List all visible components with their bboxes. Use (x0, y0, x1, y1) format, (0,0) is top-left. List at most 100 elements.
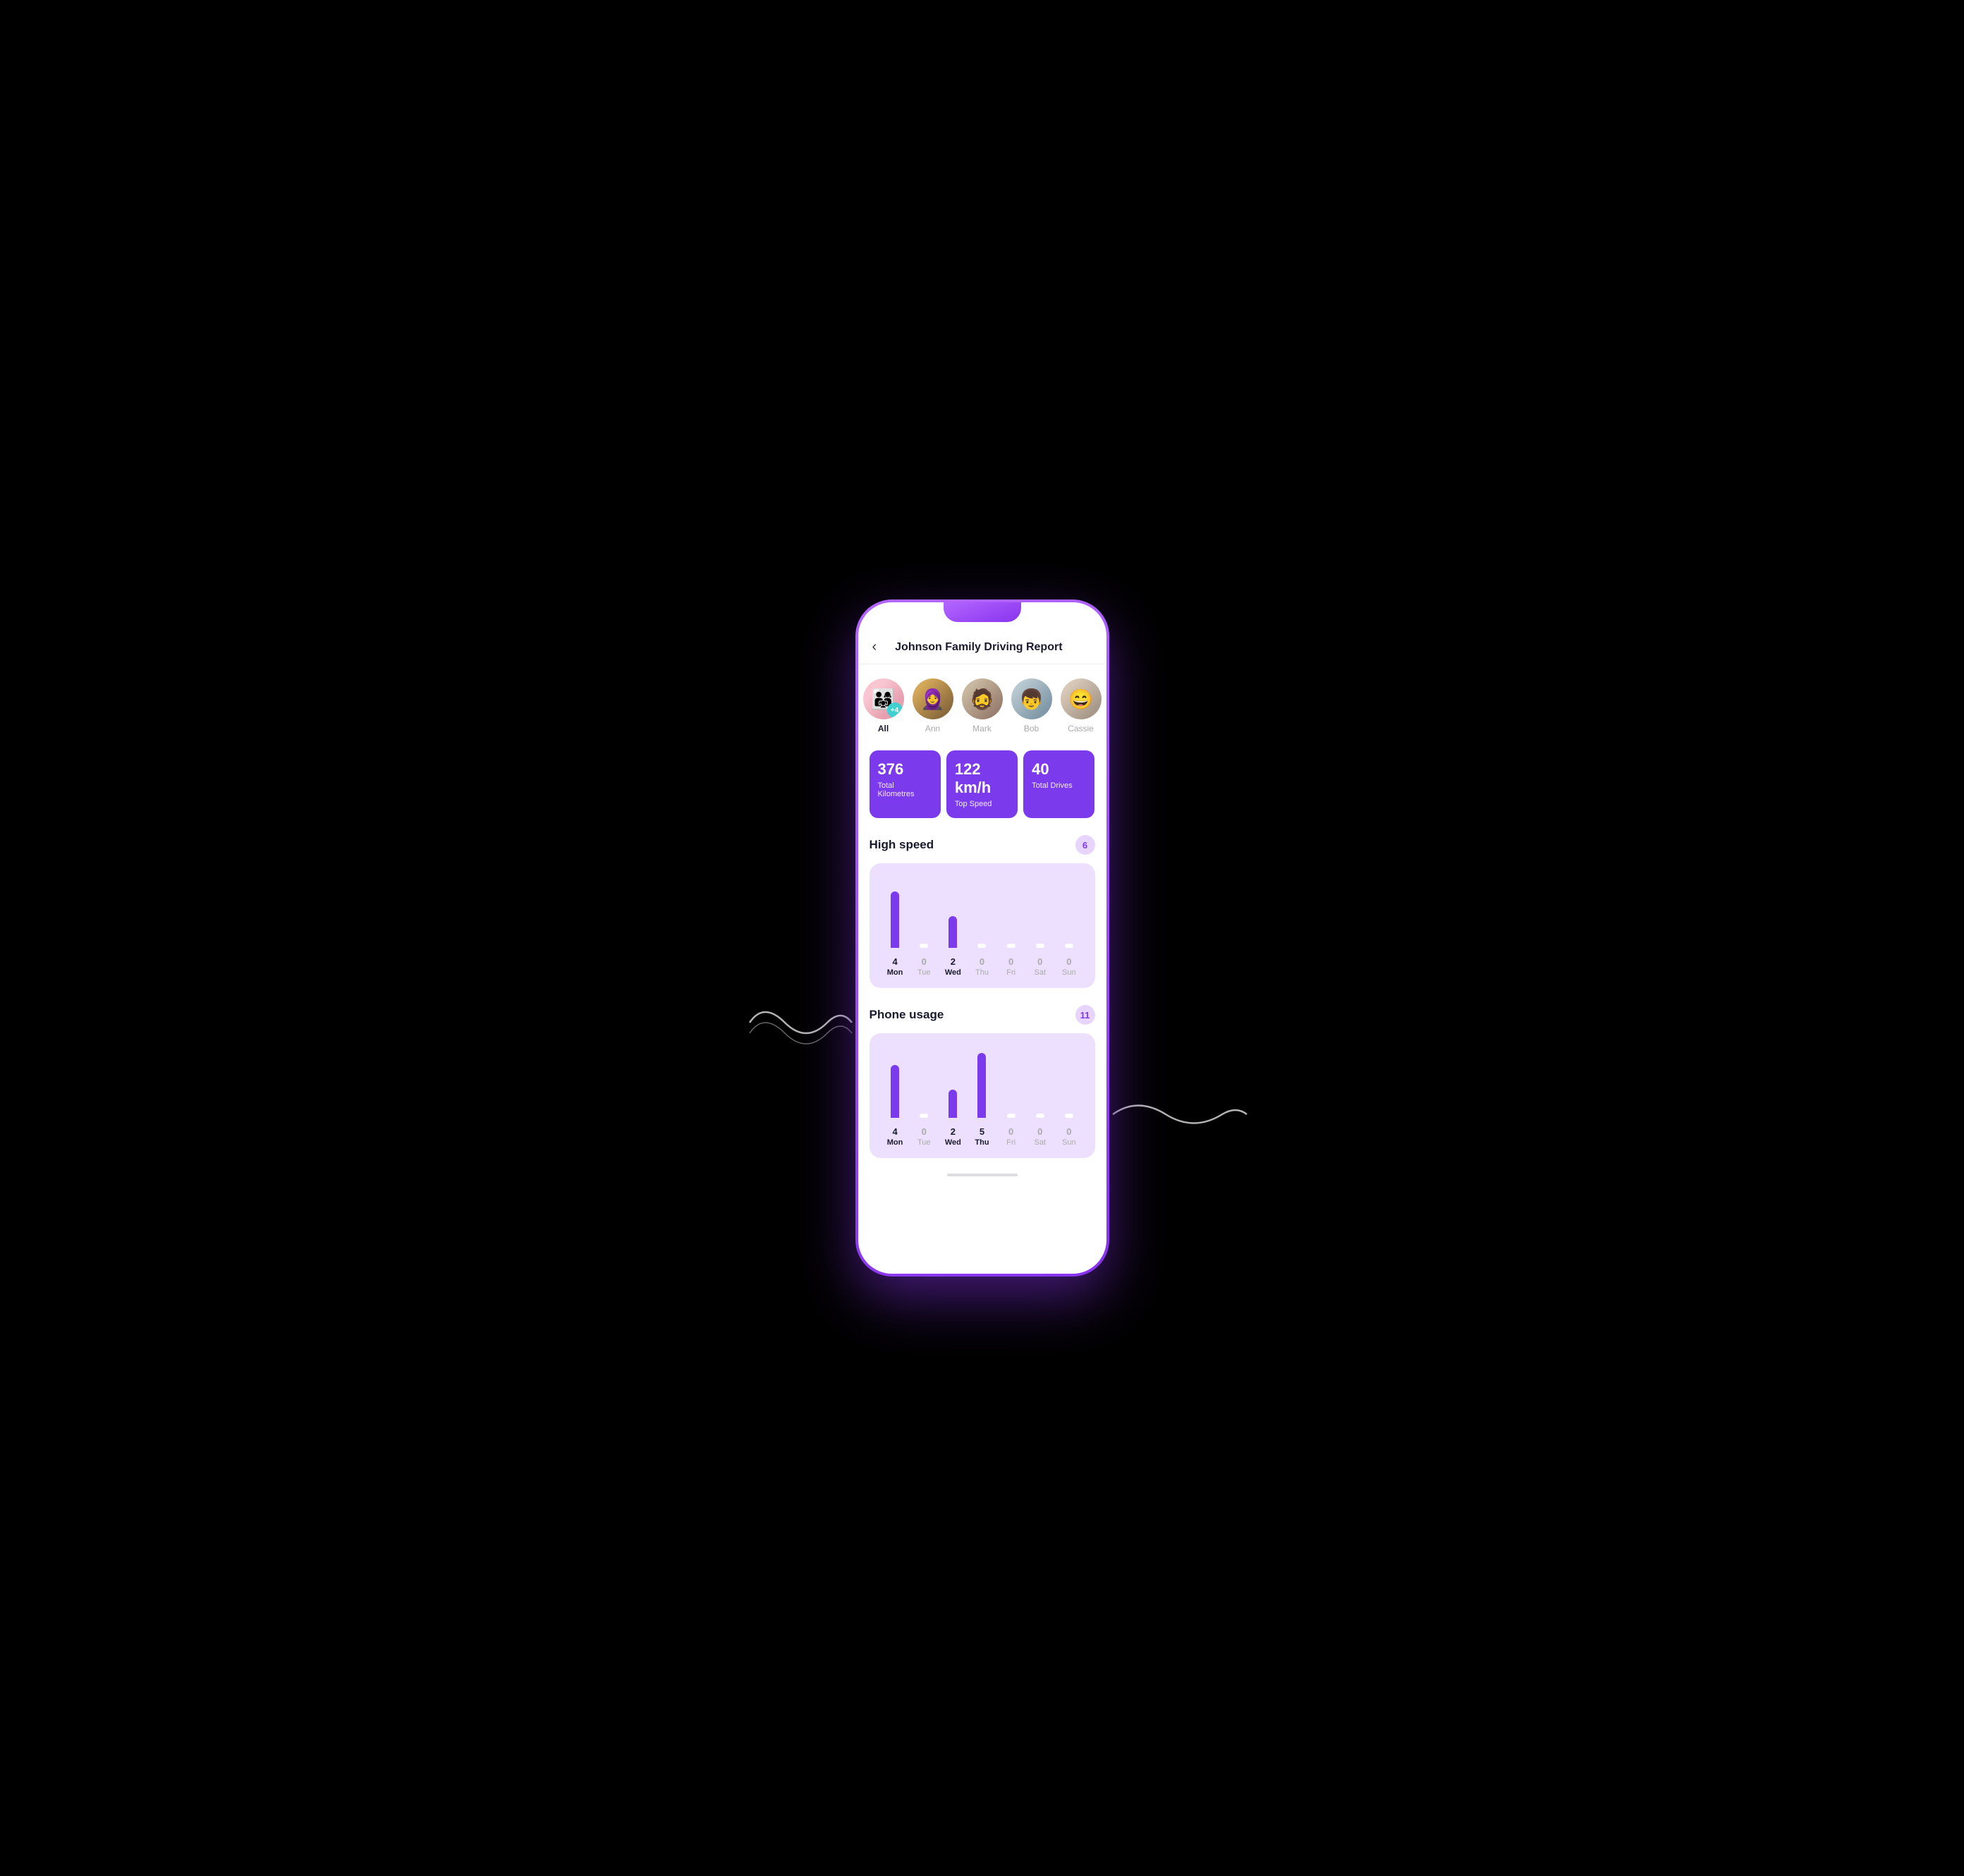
stat-card-kilometres: 376 Total Kilometres (870, 750, 941, 818)
day-wed-pu-name: Wed (945, 1138, 961, 1147)
screen-content[interactable]: ‹ Johnson Family Driving Report 👨‍👩‍👧 +4… (858, 602, 1106, 1274)
avatar-all-badge: +4 (887, 702, 903, 718)
avatar-bob-image: 👦 (1011, 678, 1052, 719)
bar-thu-hs (977, 944, 986, 948)
bar-wed-pu (949, 1090, 957, 1118)
day-sat-hs-name: Sat (1035, 968, 1047, 977)
day-mon-hs: 4 Mon (881, 956, 910, 977)
day-sun-pu-num: 0 (1066, 1126, 1071, 1137)
bar-col-tue-pu (910, 1114, 939, 1118)
day-mon-pu: 4 Mon (881, 1126, 910, 1147)
day-tue-pu: 0 Tue (910, 1126, 939, 1147)
bar-col-sun-hs (1054, 944, 1083, 948)
day-fri-hs: 0 Fri (996, 956, 1025, 977)
bar-sat-hs (1036, 944, 1044, 948)
bar-col-mon-pu (881, 1065, 910, 1118)
avatar-bob-label: Bob (1024, 724, 1039, 733)
bar-col-thu-pu (968, 1053, 996, 1118)
day-sat-hs: 0 Sat (1025, 956, 1054, 977)
phone-usage-title: Phone usage (870, 1008, 944, 1022)
scene: ‹ Johnson Family Driving Report 👨‍👩‍👧 +4… (799, 585, 1166, 1291)
stat-drives-label: Total Drives (1032, 781, 1086, 790)
bar-col-sat-hs (1025, 944, 1054, 948)
back-button[interactable]: ‹ (872, 639, 877, 655)
day-tue-hs: 0 Tue (910, 956, 939, 977)
bar-col-fri-hs (996, 944, 1025, 948)
phone-usage-bars (881, 1047, 1084, 1118)
day-thu-hs: 0 Thu (968, 956, 996, 977)
stat-drives-value: 40 (1032, 760, 1086, 779)
day-mon-pu-name: Mon (887, 1138, 903, 1147)
stats-row: 376 Total Kilometres 122 km/h Top Speed … (858, 739, 1106, 824)
avatar-item-bob[interactable]: 👦 Bob (1011, 678, 1052, 733)
day-sat-pu-name: Sat (1035, 1138, 1047, 1147)
bar-col-thu-hs (968, 944, 996, 948)
day-thu-pu-name: Thu (975, 1138, 989, 1147)
bar-sat-pu (1036, 1114, 1044, 1118)
day-sun-pu-name: Sun (1062, 1138, 1076, 1147)
high-speed-badge: 6 (1075, 835, 1095, 855)
phone-usage-header: Phone usage 11 (870, 1005, 1095, 1025)
high-speed-header: High speed 6 (870, 835, 1095, 855)
day-wed-hs: 2 Wed (939, 956, 968, 977)
bar-col-sun-pu (1054, 1114, 1083, 1118)
avatar-item-all[interactable]: 👨‍👩‍👧 +4 All (863, 678, 904, 733)
day-thu-hs-num: 0 (980, 956, 984, 967)
bar-mon-pu (891, 1065, 899, 1118)
avatar-item-cassie[interactable]: 😄 Cassie (1061, 678, 1102, 733)
bar-tue-hs (920, 944, 928, 948)
day-wed-hs-num: 2 (951, 956, 956, 967)
bar-fri-hs (1007, 944, 1015, 948)
day-tue-hs-name: Tue (917, 968, 931, 977)
high-speed-labels: 4 Mon 0 Tue 2 Wed (881, 956, 1084, 977)
stat-card-drives: 40 Total Drives (1023, 750, 1094, 818)
high-speed-title: High speed (870, 838, 934, 852)
avatar-bob: 👦 (1011, 678, 1052, 719)
bar-mon-hs (891, 891, 899, 948)
avatar-ann-label: Ann (925, 724, 940, 733)
bar-wed-hs (949, 916, 957, 948)
day-fri-pu: 0 Fri (996, 1126, 1025, 1147)
avatar-all-label: All (878, 724, 889, 733)
stat-card-speed: 122 km/h Top Speed (946, 750, 1018, 818)
bar-thu-pu (977, 1053, 986, 1118)
day-sat-pu-num: 0 (1037, 1126, 1042, 1137)
phone-usage-labels: 4 Mon 0 Tue 2 Wed (881, 1126, 1084, 1147)
avatar-all: 👨‍👩‍👧 +4 (863, 678, 904, 719)
phone-screen: ‹ Johnson Family Driving Report 👨‍👩‍👧 +4… (858, 602, 1106, 1274)
phone-frame: ‹ Johnson Family Driving Report 👨‍👩‍👧 +4… (855, 599, 1109, 1277)
bar-col-tue-hs (910, 944, 939, 948)
bar-col-wed-hs (939, 916, 968, 948)
stat-speed-value: 122 km/h (955, 760, 1009, 797)
stat-speed-label: Top Speed (955, 800, 1009, 808)
phone-notch (944, 602, 1021, 622)
day-thu-hs-name: Thu (975, 968, 989, 977)
day-fri-hs-name: Fri (1006, 968, 1015, 977)
day-wed-pu: 2 Wed (939, 1126, 968, 1147)
day-sun-pu: 0 Sun (1054, 1126, 1083, 1147)
avatar-mark-image: 🧔 (962, 678, 1003, 719)
bar-col-mon-hs (881, 891, 910, 948)
home-indicator (858, 1164, 1106, 1186)
day-wed-pu-num: 2 (951, 1126, 956, 1137)
day-tue-hs-num: 0 (922, 956, 927, 967)
avatar-item-mark[interactable]: 🧔 Mark (962, 678, 1003, 733)
stat-kilometres-value: 376 (878, 760, 932, 779)
squiggle-right-top-icon (1137, 924, 1208, 1009)
bar-fri-pu (1007, 1114, 1015, 1118)
day-sun-hs-name: Sun (1062, 968, 1076, 977)
day-sun-hs-num: 0 (1066, 956, 1071, 967)
bar-sun-hs (1065, 944, 1073, 948)
avatar-item-ann[interactable]: 🧕 Ann (913, 678, 953, 733)
day-fri-pu-num: 0 (1008, 1126, 1013, 1137)
bar-tue-pu (920, 1114, 928, 1118)
high-speed-bars (881, 877, 1084, 948)
day-sat-pu: 0 Sat (1025, 1126, 1054, 1147)
page-title: Johnson Family Driving Report (885, 641, 1072, 654)
day-fri-pu-name: Fri (1006, 1138, 1015, 1147)
phone-usage-chart: 4 Mon 0 Tue 2 Wed (870, 1033, 1095, 1158)
avatar-cassie-image: 😄 (1061, 678, 1102, 719)
day-tue-pu-name: Tue (917, 1138, 931, 1147)
day-thu-pu-num: 5 (980, 1126, 984, 1137)
bar-col-sat-pu (1025, 1114, 1054, 1118)
